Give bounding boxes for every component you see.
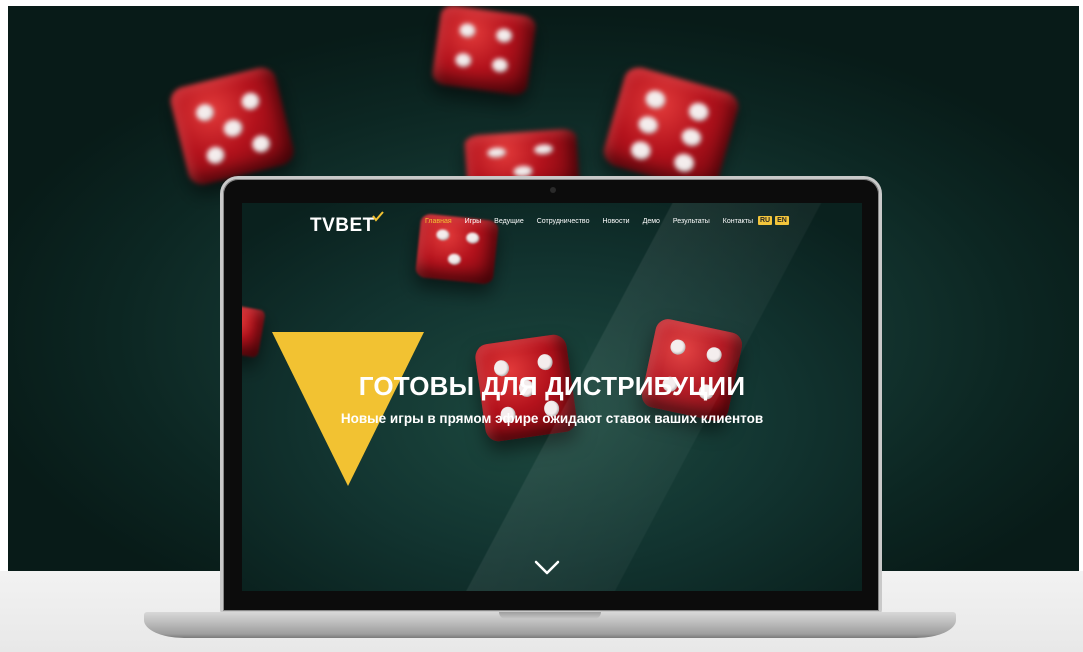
main-navigation: Главная Игры Ведущие Сотрудничество Ново… (425, 218, 753, 225)
nav-item-games[interactable]: Игры (465, 218, 482, 225)
logo[interactable]: TVBET (310, 215, 375, 237)
die-decoration (639, 316, 745, 424)
nav-item-news[interactable]: Новости (602, 218, 629, 225)
nav-item-results[interactable]: Результаты (673, 218, 710, 225)
hero-title: ГОТОВЫ ДЛЯ ДИСТРИБУЦИИ (358, 371, 746, 401)
language-en-button[interactable]: EN (775, 216, 789, 225)
die-decoration (430, 6, 538, 97)
die-decoration (600, 63, 742, 195)
camera-icon (550, 187, 556, 193)
nav-item-demo[interactable]: Демо (643, 218, 660, 225)
laptop-notch (499, 612, 601, 619)
hero-subtitle: Новые игры в прямом эфире ожидают ставок… (340, 411, 764, 426)
nav-item-contacts[interactable]: Контакты (723, 218, 753, 225)
language-ru-button[interactable]: RU (758, 216, 773, 225)
die-decoration (242, 303, 266, 359)
die-decoration (167, 64, 297, 188)
nav-item-partnership[interactable]: Сотрудничество (537, 218, 590, 225)
chevron-down-icon[interactable] (534, 560, 560, 576)
language-switcher: RU EN (758, 216, 789, 225)
website-screen: TVBET Главная Игры Ведущие Сотрудничеств… (242, 203, 862, 591)
logo-check-icon (372, 211, 384, 222)
laptop-display: TVBET Главная Игры Ведущие Сотрудничеств… (220, 176, 882, 614)
nav-item-hosts[interactable]: Ведущие (494, 218, 524, 225)
promo-image: TVBET Главная Игры Ведущие Сотрудничеств… (0, 0, 1083, 652)
laptop-base (144, 612, 956, 638)
nav-item-home[interactable]: Главная (425, 218, 452, 225)
triangle-decoration (272, 332, 424, 486)
